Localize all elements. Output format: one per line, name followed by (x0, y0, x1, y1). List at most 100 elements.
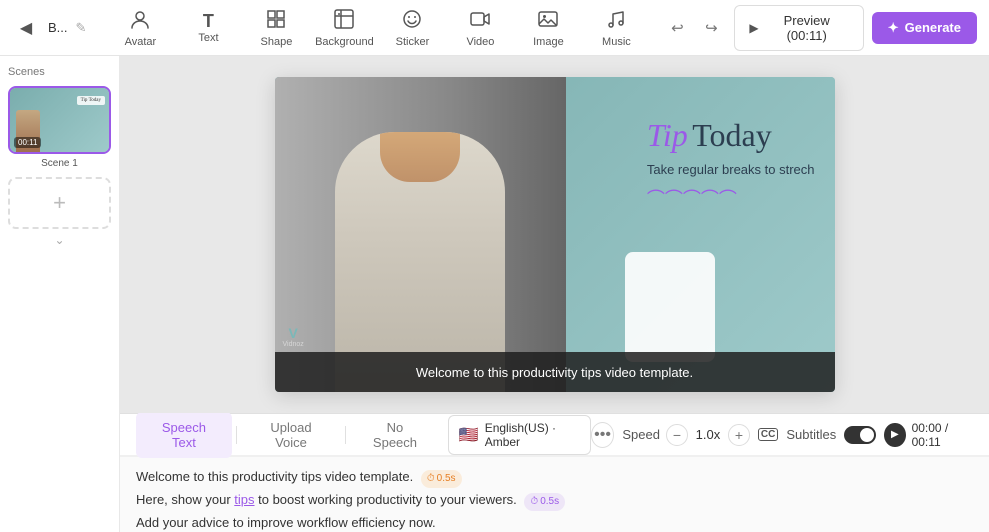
tab-upload-voice[interactable]: Upload Voice (241, 412, 342, 458)
background-icon (333, 8, 355, 34)
speech-badge-1: ⏱ 0.5s (421, 470, 462, 488)
back-icon: ◀ (20, 18, 32, 38)
play-icon: ▶ (891, 429, 899, 440)
scenes-label: Scenes (8, 66, 111, 78)
tool-shape[interactable]: Shape (242, 2, 310, 54)
bottom-tabs: Speech Text Upload Voice No Speech 🇺🇸 En… (120, 414, 989, 456)
speech-line-2-link: tips (234, 492, 254, 507)
canvas-area: Tip Today Take regular breaks to strech … (120, 56, 989, 413)
canvas-bottom-text: Welcome to this productivity tips video … (416, 365, 693, 380)
speech-line-1: Welcome to this productivity tips video … (136, 467, 973, 488)
redo-button[interactable]: ↪ (696, 13, 726, 43)
speed-increase-button[interactable]: + (728, 424, 750, 446)
subtitles-toggle[interactable] (844, 426, 876, 444)
tool-music-label: Music (602, 36, 631, 48)
speech-badge-2: ⏱ 0.5s (524, 493, 565, 511)
edit-icon[interactable]: ✎ (76, 20, 87, 36)
speech-text-area[interactable]: Welcome to this productivity tips video … (120, 456, 989, 532)
tool-sticker-label: Sticker (396, 36, 430, 48)
scene-1-name: Scene 1 (8, 158, 111, 169)
tip-heading: Tip Today (647, 117, 815, 154)
cc-icon: CC (758, 428, 778, 441)
undo-redo-group: ↩ ↪ (662, 13, 726, 43)
undo-icon: ↩ (671, 19, 684, 37)
tab-speech-text[interactable]: Speech Text (136, 412, 232, 458)
main-area: Scenes Tip Today 00:11 Scene 1 + ⌄ (0, 56, 989, 532)
tool-video[interactable]: Video (446, 2, 514, 54)
generate-icon: ✦ (888, 20, 899, 36)
tool-image[interactable]: Image (514, 2, 582, 54)
tool-text[interactable]: T Text (174, 2, 242, 54)
tip-text-area: Tip Today Take regular breaks to strech … (647, 117, 815, 211)
tool-text-label: Text (198, 32, 218, 44)
tool-avatar[interactable]: Avatar (106, 2, 174, 54)
image-icon (537, 8, 559, 34)
scene-1-preview: Tip Today 00:11 (10, 88, 109, 152)
shape-icon (265, 8, 287, 34)
tab-divider-1 (236, 426, 237, 444)
clock-icon-1: ⏱ (427, 471, 435, 487)
speech-line-2: Here, show your tips to boost working pr… (136, 490, 973, 511)
language-selector[interactable]: 🇺🇸 English(US) · Amber (448, 415, 591, 455)
playback-controls: ▶ 00:00 / 00:11 (884, 421, 973, 449)
redo-icon: ↪ (705, 19, 718, 37)
tab-no-speech[interactable]: No Speech (350, 412, 440, 458)
toggle-dot (860, 428, 874, 442)
speed-value: 1.0x (694, 427, 722, 442)
toolbar-center: Avatar T Text Shape Background Sticker (106, 2, 650, 54)
preview-label: Preview (00:11) (765, 13, 849, 43)
more-options-button[interactable]: ••• (591, 422, 614, 448)
content-area: Tip Today Take regular breaks to strech … (120, 56, 989, 532)
text-icon: T (203, 12, 214, 30)
add-scene-icon: + (53, 190, 66, 216)
tip-today-text: Today (692, 117, 772, 153)
subtitles-label: Subtitles (786, 427, 836, 442)
undo-button[interactable]: ↩ (662, 13, 692, 43)
clock-icon-2: ⏱ (530, 494, 538, 510)
language-label: English(US) · Amber (485, 421, 580, 449)
white-box-overlay (625, 252, 715, 362)
play-button[interactable]: ▶ (884, 423, 905, 447)
scene-1-timer: 00:11 (14, 137, 41, 148)
speech-line-3: Add your advice to improve workflow effi… (136, 513, 973, 532)
back-button[interactable]: ◀ (12, 14, 40, 42)
bottom-panel: Speech Text Upload Voice No Speech 🇺🇸 En… (120, 413, 989, 532)
speech-line-2-prefix: Here, show your (136, 492, 234, 507)
tool-background-label: Background (315, 36, 374, 48)
subtitles-control: CC Subtitles (758, 426, 876, 444)
tool-music[interactable]: Music (582, 2, 650, 54)
canvas-frame[interactable]: Tip Today Take regular breaks to strech … (275, 77, 835, 392)
speed-decrease-button[interactable]: − (666, 424, 688, 446)
tool-background[interactable]: Background (310, 2, 378, 54)
tool-sticker[interactable]: Sticker (378, 2, 446, 54)
toolbar-right: ↩ ↪ ▶ Preview (00:11) ✦ Generate (662, 5, 977, 51)
tool-avatar-label: Avatar (125, 36, 157, 48)
speed-label: Speed (622, 427, 660, 442)
speech-line-3-text: Add your advice to improve workflow effi… (136, 515, 436, 530)
speech-line-1-text: Welcome to this productivity tips video … (136, 469, 413, 484)
tab-divider-2 (345, 426, 346, 444)
preview-button[interactable]: ▶ Preview (00:11) (734, 5, 863, 51)
tool-shape-label: Shape (261, 36, 293, 48)
toolbar: ◀ B... ✎ Avatar T Text Shape (0, 0, 989, 56)
add-scene-button[interactable]: + (8, 177, 111, 229)
avatar-icon (129, 8, 151, 34)
video-icon (469, 8, 491, 34)
preview-icon: ▶ (749, 21, 758, 35)
scene-1-thumb[interactable]: Tip Today 00:11 (8, 86, 111, 154)
sidebar: Scenes Tip Today 00:11 Scene 1 + ⌄ (0, 56, 120, 532)
tool-image-label: Image (533, 36, 564, 48)
project-name: B... (48, 20, 68, 35)
tool-video-label: Video (466, 36, 494, 48)
speech-line-2-suffix: to boost working productivity to your vi… (255, 492, 517, 507)
generate-button[interactable]: ✦ Generate (872, 12, 977, 44)
speed-control: Speed − 1.0x + (622, 424, 750, 446)
chevron-down-icon[interactable]: ⌄ (8, 233, 111, 247)
music-icon (605, 8, 627, 34)
vidnoz-v-icon: V (288, 325, 297, 341)
tip-subtitle: Take regular breaks to strech (647, 162, 815, 177)
language-flag: 🇺🇸 (459, 425, 479, 445)
vidnoz-watermark: V Vidnoz (283, 325, 304, 348)
sticker-icon (401, 8, 423, 34)
more-options-icon: ••• (594, 426, 611, 444)
